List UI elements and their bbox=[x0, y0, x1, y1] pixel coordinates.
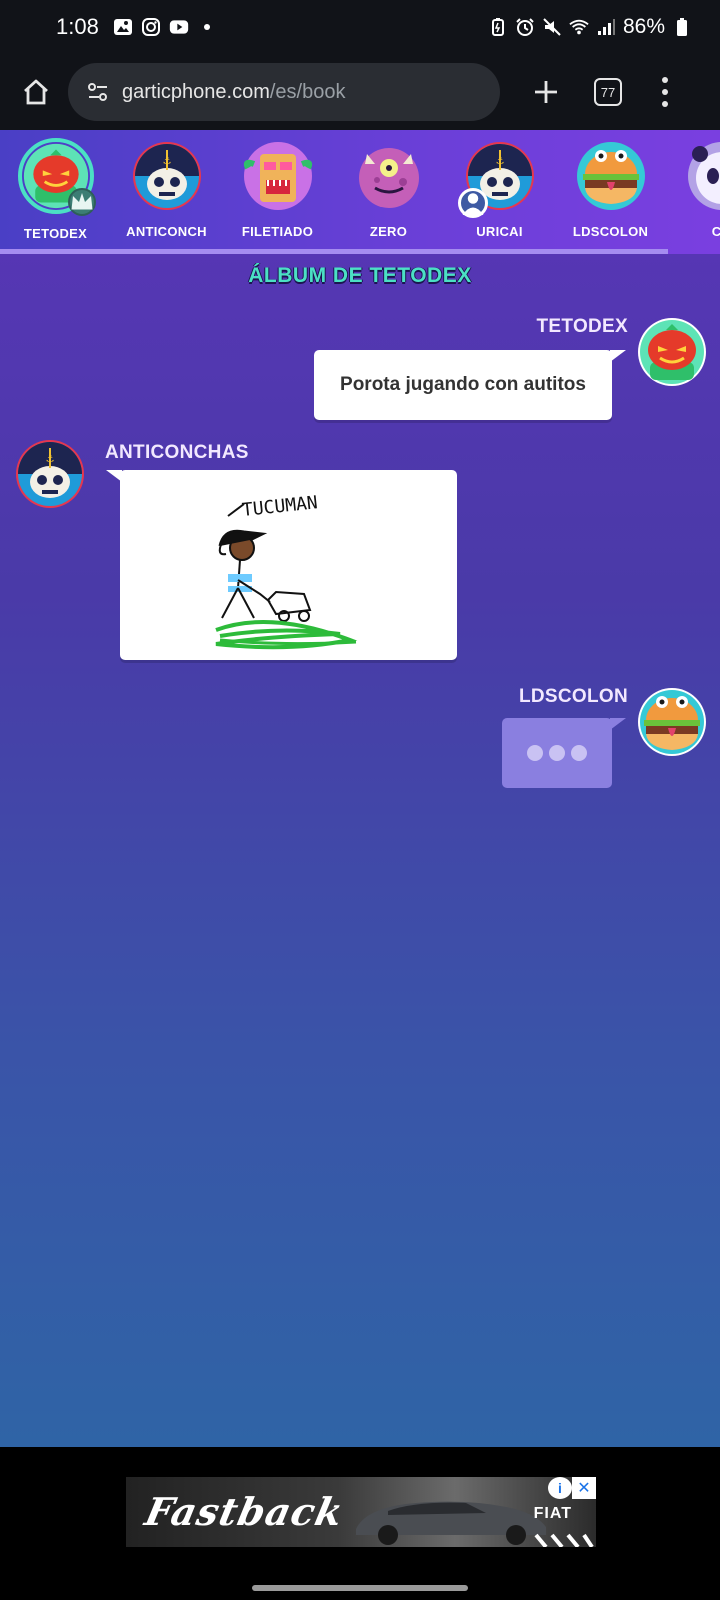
burger-avatar bbox=[575, 140, 647, 212]
menu-dot-icon bbox=[662, 77, 668, 83]
battery-percent: 86% bbox=[622, 15, 665, 38]
skull-captain-avatar: ⚓ bbox=[131, 140, 203, 212]
pink-monster-avatar bbox=[353, 140, 425, 212]
status-time: 1:08 bbox=[56, 14, 99, 39]
notification-dot-icon bbox=[197, 17, 217, 37]
battery-saver-icon bbox=[488, 17, 508, 37]
tab-switcher-button[interactable]: 77 bbox=[594, 78, 622, 106]
gartic-book-view: TETODEX ⚓ ANTICONCH FILETIADO ZERO ⚓ URI… bbox=[0, 130, 720, 1447]
player-name: ANTICONCH bbox=[126, 224, 207, 239]
player-filetiado[interactable]: FILETIADO bbox=[222, 130, 333, 250]
typing-indicator bbox=[502, 718, 612, 788]
player-tetodex[interactable]: TETODEX bbox=[0, 130, 111, 250]
crown-badge-icon bbox=[67, 188, 96, 216]
players-scrollbar[interactable] bbox=[0, 249, 668, 254]
drawing-canvas: TUCUMAN bbox=[215, 492, 358, 650]
ad-info-icon[interactable]: i bbox=[548, 1477, 572, 1499]
site-settings-icon[interactable] bbox=[86, 80, 110, 104]
plus-icon bbox=[535, 81, 557, 103]
gesture-bar[interactable] bbox=[252, 1585, 468, 1591]
menu-dot-icon bbox=[662, 89, 668, 95]
new-tab-button[interactable] bbox=[528, 74, 564, 110]
player-name: LDSCOLON bbox=[572, 224, 649, 239]
tomato-avatar bbox=[636, 316, 708, 388]
signal-icon bbox=[596, 17, 616, 37]
url-text: garticphone.com/es/book bbox=[122, 80, 346, 103]
message-author: ANTICONCHAS bbox=[105, 442, 249, 463]
tiki-avatar bbox=[242, 140, 314, 212]
drawing-caption: TUCUMAN bbox=[241, 492, 319, 521]
pending-message-bubble bbox=[502, 718, 626, 788]
text-message-bubble: Porota jugando con autitos bbox=[314, 350, 626, 420]
youtube-icon bbox=[169, 17, 189, 37]
battery-icon bbox=[672, 17, 692, 37]
drawing-message-bubble: TUCUMAN bbox=[106, 470, 457, 660]
svg-text:⚓: ⚓ bbox=[162, 156, 171, 167]
player-zero[interactable]: ZERO bbox=[333, 130, 444, 250]
burger-avatar bbox=[636, 686, 708, 758]
browser-menu-button[interactable] bbox=[660, 77, 670, 107]
album-title: ÁLBUM DE TETODEX bbox=[248, 264, 472, 287]
player-partial[interactable]: CA bbox=[666, 130, 720, 250]
message-text: Porota jugando con autitos bbox=[340, 374, 586, 395]
address-bar[interactable]: garticphone.com/es/book bbox=[68, 63, 500, 121]
message-author: LDSCOLON bbox=[518, 686, 628, 707]
status-bar: 1:08 86% bbox=[0, 0, 720, 54]
player-name: FILETIADO bbox=[241, 224, 314, 239]
gallery-icon bbox=[113, 17, 133, 37]
player-anticonch[interactable]: ⚓ ANTICONCH bbox=[111, 130, 222, 250]
menu-dot-icon bbox=[662, 101, 668, 107]
alarm-icon bbox=[515, 17, 535, 37]
player-name: CA bbox=[711, 224, 720, 239]
svg-text:⚓: ⚓ bbox=[46, 454, 55, 465]
player-uricai[interactable]: ⚓ URICAI bbox=[444, 130, 555, 250]
panda-avatar bbox=[686, 140, 720, 212]
ad-logo: FIAT bbox=[533, 1505, 572, 1522]
home-icon bbox=[24, 79, 48, 105]
ad-close-icon[interactable]: ✕ bbox=[572, 1477, 596, 1499]
tomato-avatar bbox=[17, 138, 96, 216]
player-ldscolon[interactable]: LDSCOLON bbox=[555, 130, 666, 250]
instagram-icon bbox=[141, 17, 161, 37]
ad-banner[interactable]: Fastback FIAT i ✕ bbox=[126, 1477, 596, 1547]
home-button[interactable] bbox=[16, 72, 56, 112]
bottom-area: Fastback FIAT i ✕ bbox=[0, 1447, 720, 1600]
players-bar: TETODEX ⚓ ANTICONCH FILETIADO ZERO ⚓ URI… bbox=[0, 130, 720, 254]
wifi-icon bbox=[569, 17, 589, 37]
browser-toolbar: garticphone.com/es/book 77 bbox=[0, 54, 720, 130]
user-badge-icon bbox=[457, 188, 488, 218]
svg-text:⚓: ⚓ bbox=[495, 156, 504, 167]
player-name: ZERO bbox=[369, 224, 408, 239]
mute-icon bbox=[542, 17, 562, 37]
skull-captain-avatar: ⚓ bbox=[14, 438, 86, 510]
skull-captain-avatar: ⚓ bbox=[457, 140, 536, 218]
message-author: TETODEX bbox=[536, 316, 628, 337]
ad-brand: Fastback bbox=[141, 1489, 348, 1534]
